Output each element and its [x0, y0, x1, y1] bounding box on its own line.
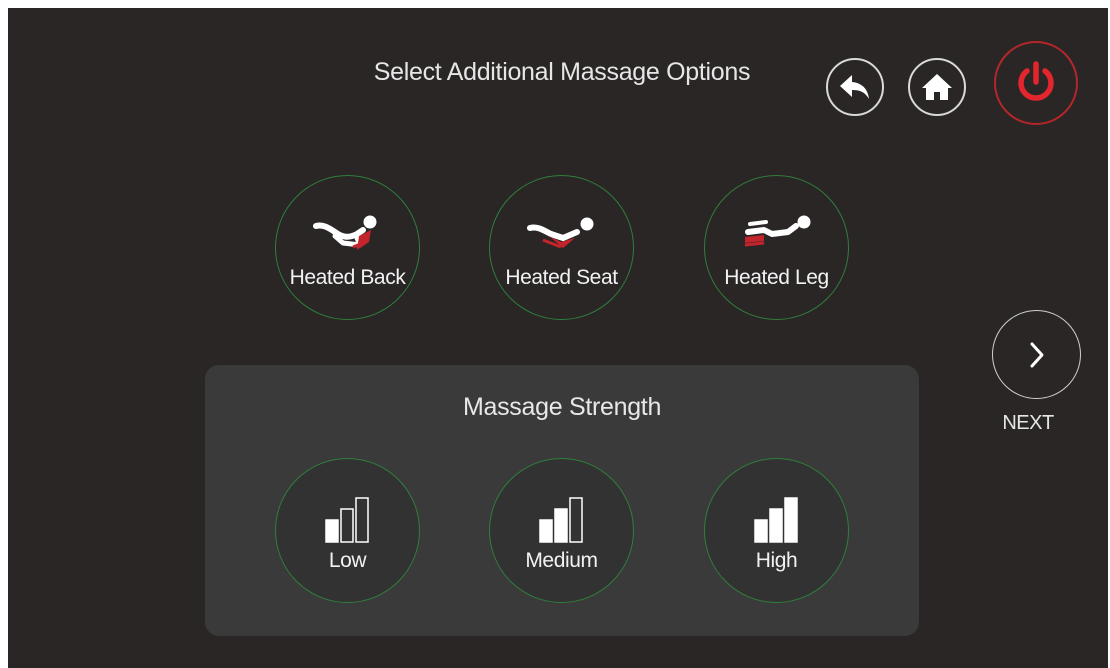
- power-button[interactable]: [994, 41, 1078, 125]
- massage-strength-panel: Massage Strength Low Medium High: [205, 365, 919, 636]
- home-icon: [922, 74, 952, 100]
- chevron-right-icon: [1030, 342, 1043, 367]
- signal-medium-icon: [538, 497, 583, 543]
- signal-low-icon: [324, 497, 369, 543]
- page-title: Select Additional Massage Options: [373, 58, 751, 86]
- home-button[interactable]: [908, 58, 966, 116]
- strength-medium-button[interactable]: Medium: [489, 458, 634, 603]
- massage-options-screen: Select Additional Massage Options Heated…: [8, 8, 1108, 668]
- heated-leg-label: Heated Leg: [724, 266, 829, 289]
- heated-leg-button[interactable]: Heated Leg: [704, 175, 849, 320]
- heated-leg-icon: [744, 215, 810, 247]
- heated-seat-button[interactable]: Heated Seat: [489, 175, 634, 320]
- signal-high-icon: [753, 497, 798, 543]
- heated-back-icon: [312, 215, 376, 250]
- power-icon: [1018, 61, 1054, 101]
- heated-back-button[interactable]: Heated Back: [275, 175, 420, 320]
- back-arrow-icon: [840, 75, 869, 99]
- heated-seat-icon: [526, 217, 593, 249]
- strength-medium-label: Medium: [525, 549, 598, 572]
- strength-high-button[interactable]: High: [704, 458, 849, 603]
- next-button[interactable]: [992, 310, 1081, 399]
- back-button[interactable]: [826, 58, 884, 116]
- strength-low-button[interactable]: Low: [275, 458, 420, 603]
- heated-back-label: Heated Back: [289, 266, 406, 289]
- heated-seat-label: Heated Seat: [505, 266, 618, 289]
- strength-low-label: Low: [328, 549, 367, 572]
- next-label: NEXT: [1002, 412, 1054, 434]
- massage-strength-title: Massage Strength: [462, 393, 662, 421]
- strength-high-label: High: [755, 549, 798, 572]
